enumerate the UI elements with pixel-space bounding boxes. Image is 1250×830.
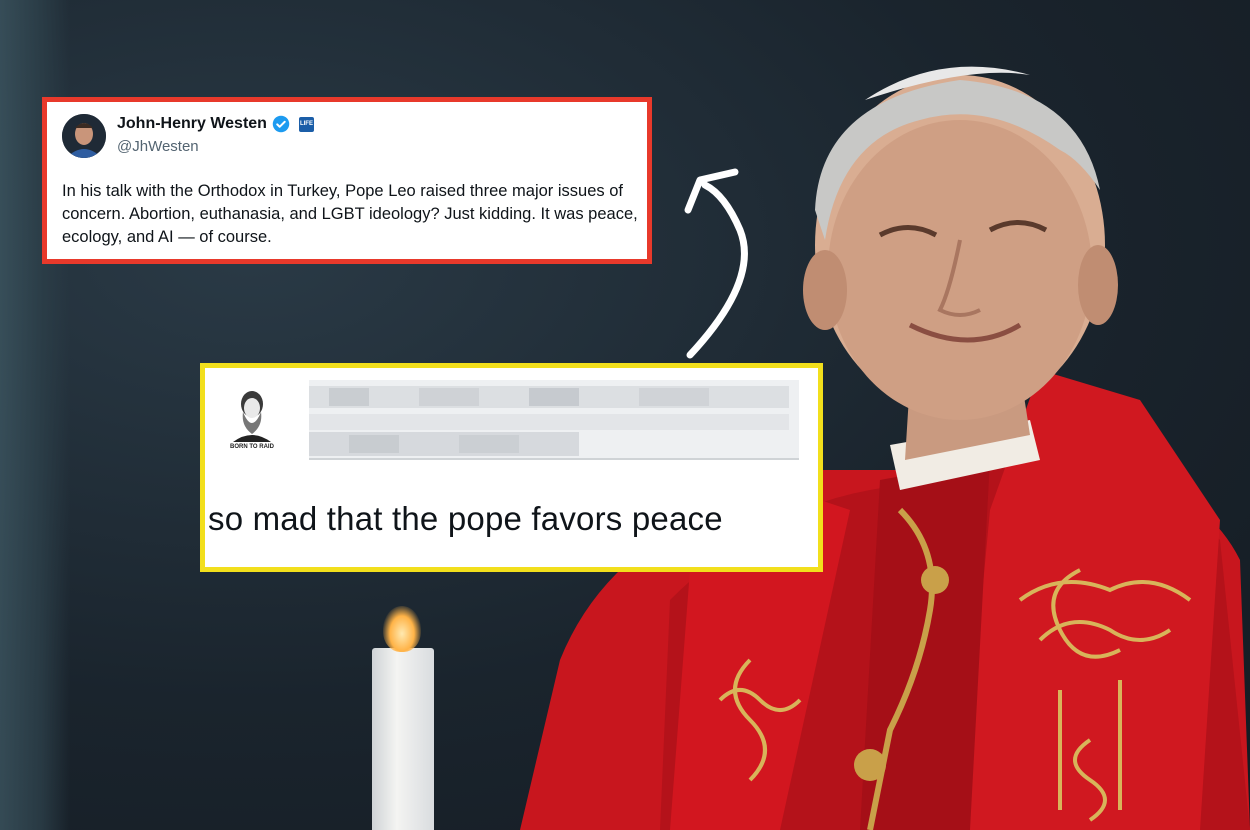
tweet-card-primary: John-Henry Westen LIFE @JhWesten In his … (42, 97, 652, 264)
tweet-card-reply: BORN TO RAID so mad that the pope favors… (200, 363, 823, 572)
verified-badge-icon (272, 115, 290, 133)
candle (372, 648, 434, 830)
affiliation-badge[interactable]: LIFE (298, 116, 314, 132)
author-avatar[interactable] (62, 114, 106, 158)
curved-arrow-icon (684, 168, 748, 359)
author-name-row: John-Henry Westen LIFE (117, 115, 314, 133)
reply-text: so mad that the pope favors peace (208, 500, 723, 537)
divider (309, 458, 799, 460)
redacted-username-blur (309, 380, 799, 460)
tweet-text: In his talk with the Orthodox in Turkey,… (62, 182, 638, 246)
author-handle[interactable]: @JhWesten (117, 138, 199, 155)
author-name[interactable]: John-Henry Westen (117, 115, 267, 133)
candle-flame (383, 606, 421, 652)
reply-avatar[interactable] (223, 382, 281, 468)
reply-avatar-caption: BORN TO RAID (230, 444, 274, 450)
